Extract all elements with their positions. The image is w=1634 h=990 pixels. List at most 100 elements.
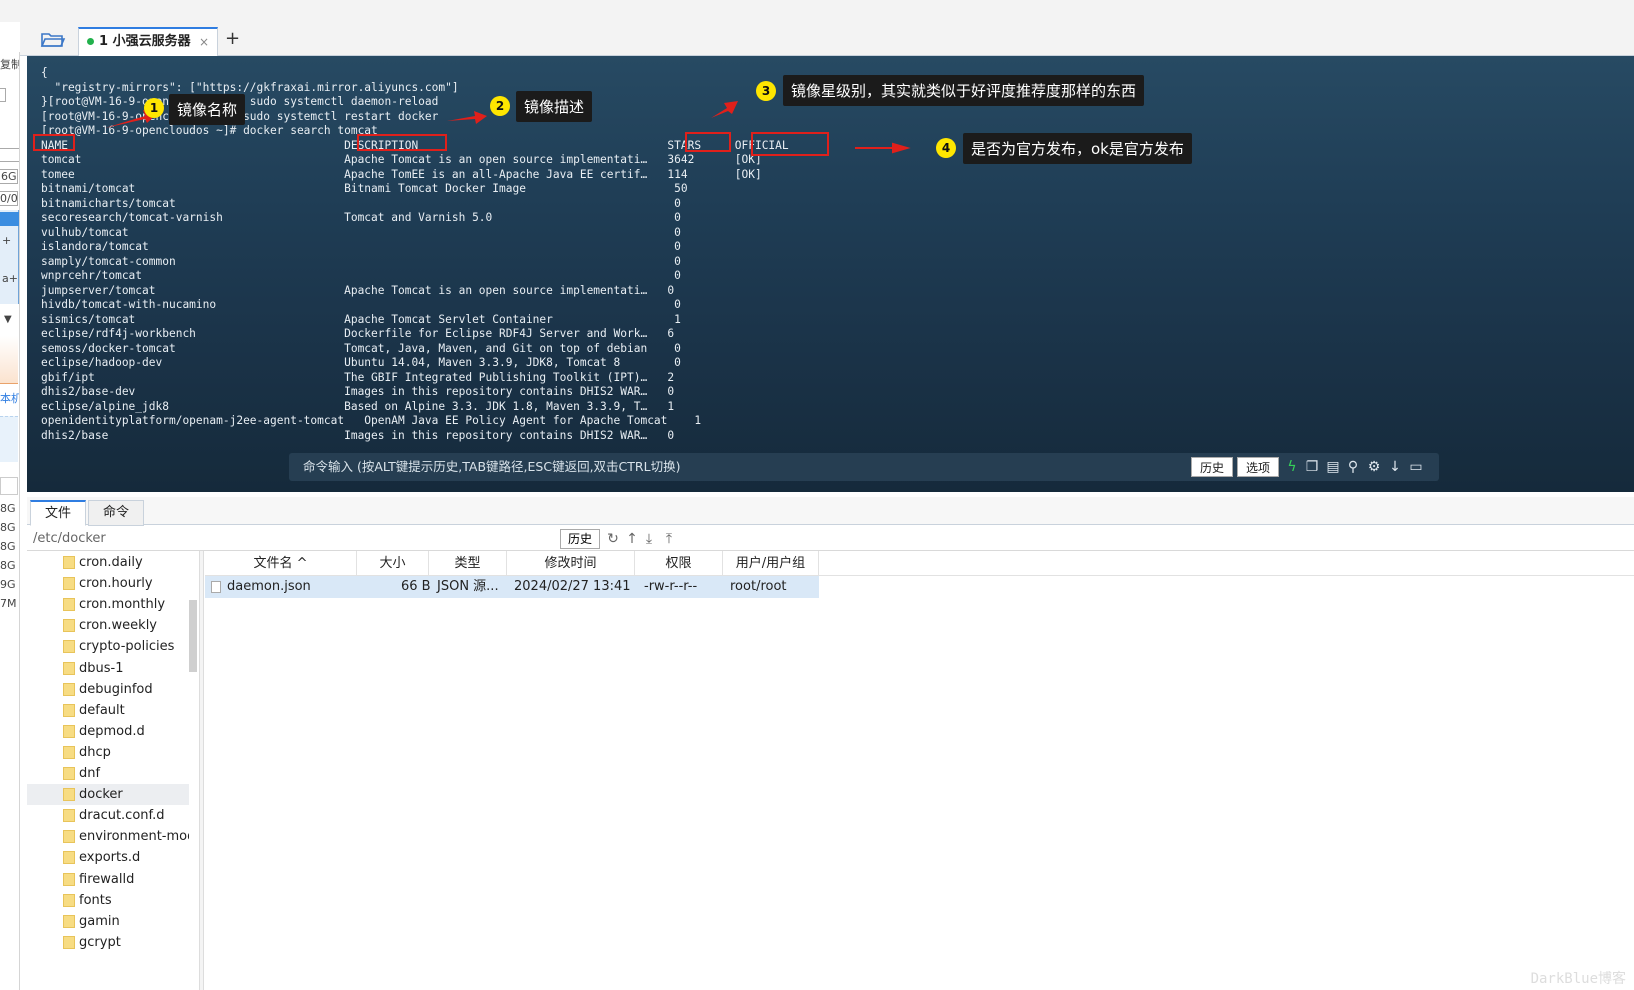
add-tab-button[interactable]: + — [225, 28, 240, 49]
lightning-icon[interactable]: ϟ — [1283, 457, 1301, 477]
copy-icon[interactable]: ❐ — [1303, 457, 1321, 477]
tree-item[interactable]: cron.hourly — [27, 573, 189, 594]
folder-icon — [63, 682, 75, 696]
open-folder-icon[interactable] — [40, 30, 66, 50]
command-input-placeholder: 命令输入 (按ALT键提示历史,TAB键路径,ESC键返回,双击CTRL切换) — [303, 459, 681, 474]
tab-commands[interactable]: 命令 — [88, 500, 144, 526]
tab-server-session[interactable]: 1 小强云服务器 × — [78, 27, 218, 56]
tree-item[interactable]: cron.weekly — [27, 615, 189, 636]
tree-item[interactable]: debuginfod — [27, 679, 189, 700]
column-header-owner[interactable]: 用户/用户组 — [723, 551, 819, 576]
path-history-button[interactable]: 历史 — [560, 529, 600, 549]
tree-item[interactable]: gcrypt — [27, 932, 189, 953]
file-owner: root/root — [730, 579, 787, 594]
tree-item[interactable]: environment-modules — [27, 826, 189, 847]
file-icon — [211, 581, 221, 593]
folder-icon — [63, 767, 75, 780]
left-strip-text: 8G — [0, 521, 16, 534]
folder-icon — [63, 872, 75, 886]
annotation-label-1: 镜像名称 — [169, 94, 246, 125]
tree-item[interactable]: dnf — [27, 763, 189, 784]
tree-item[interactable]: depmod.d — [27, 721, 189, 742]
left-strip-text: 9G — [0, 578, 16, 591]
folder-icon — [63, 556, 75, 569]
column-header-filename[interactable]: 文件名 ^ — [205, 551, 357, 576]
left-strip-text: 8G — [0, 559, 16, 572]
left-strip-text: 8G — [0, 540, 16, 553]
directory-tree: cron.daily cron.hourly cron.monthly cron.we… — [27, 551, 197, 990]
tree-item[interactable]: docker — [27, 784, 189, 806]
file-modified: 2024/02/27 13:41 — [514, 579, 631, 594]
tree-item[interactable]: dhcp — [27, 742, 189, 763]
tree-item-label: cron.monthly — [79, 597, 166, 613]
column-header-size[interactable]: 大小 — [357, 551, 429, 576]
tab-label: 1 小强云服务器 — [99, 34, 191, 49]
left-strip-text: 6G — [0, 169, 18, 184]
tree-item[interactable]: dbus-1 — [27, 658, 189, 679]
folder-icon — [63, 893, 75, 907]
arrow-down-icon[interactable]: ↓ — [1386, 457, 1404, 477]
annotation-number-1: 1 — [144, 98, 164, 118]
tree-item[interactable]: cron.monthly — [27, 594, 189, 615]
tree-item-label: depmod.d — [79, 723, 145, 739]
column-header-modified[interactable]: 修改时间 — [507, 551, 635, 576]
annotation-number-3: 3 — [756, 81, 776, 101]
tree-item[interactable]: firewalld — [27, 869, 189, 890]
refresh-icon[interactable]: ↻ — [605, 529, 621, 549]
folder-icon — [63, 914, 75, 928]
panel-splitter[interactable] — [199, 551, 204, 990]
folder-icon — [63, 809, 75, 823]
folder-icon — [63, 598, 75, 612]
options-button[interactable]: 选项 — [1237, 457, 1280, 477]
tab-files[interactable]: 文件 — [30, 500, 86, 526]
left-strip-text: 本机 — [0, 392, 20, 405]
history-button[interactable]: 历史 — [1191, 457, 1234, 477]
annotation-number-4: 4 — [936, 138, 956, 158]
left-strip-chart — [0, 336, 18, 384]
file-table-header: 文件名 ^ 大小 类型 修改时间 权限 用户/用户组 — [205, 551, 1634, 576]
file-size: 66 B — [401, 579, 431, 594]
upload-icon[interactable]: ⤒ — [661, 529, 677, 549]
up-directory-icon[interactable]: ↑ — [624, 529, 640, 549]
maximize-icon[interactable]: ▭ — [1407, 457, 1425, 477]
path-input[interactable]: /etc/docker — [33, 531, 106, 546]
tree-item[interactable]: crypto-policies — [27, 636, 189, 657]
left-strip-chart — [0, 416, 18, 462]
tree-item-label: fonts — [79, 892, 112, 908]
tree-item-label: docker — [79, 787, 123, 803]
column-header-type[interactable]: 类型 — [429, 551, 507, 576]
tree-item[interactable]: default — [27, 700, 189, 721]
left-strip-text: a+ — [2, 272, 18, 285]
gear-icon[interactable]: ⚙ — [1365, 457, 1383, 477]
tree-item[interactable]: exports.d — [27, 847, 189, 868]
collapse-arrow-icon[interactable]: ▼ — [4, 314, 12, 325]
tree-item[interactable]: cron.daily — [27, 552, 189, 573]
paste-icon[interactable]: ▤ — [1324, 457, 1342, 477]
left-strip-text: 0/0 — [0, 191, 18, 206]
annotation-number-2: 2 — [490, 96, 510, 116]
command-input[interactable]: 命令输入 (按ALT键提示历史,TAB键路径,ESC键返回,双击CTRL切换) … — [289, 453, 1439, 481]
left-strip-text: 8G — [0, 502, 16, 515]
tree-item-label: crypto-policies — [79, 639, 175, 655]
folder-icon — [63, 830, 75, 844]
download-icon[interactable]: ⤓ — [641, 529, 657, 549]
tree-item-label: cron.weekly — [79, 618, 157, 634]
watermark: DarkBlue博客 — [1530, 971, 1626, 987]
tree-item[interactable]: gamin — [27, 911, 189, 932]
tree-item[interactable]: dracut.conf.d — [27, 805, 189, 826]
column-header-permissions[interactable]: 权限 — [635, 551, 723, 576]
folder-icon — [63, 640, 75, 654]
tree-item[interactable]: fonts — [27, 890, 189, 911]
session-tab-bar: 1 小强云服务器 × + — [20, 22, 1634, 56]
tree-item-label: firewalld — [79, 871, 135, 887]
folder-icon — [63, 788, 75, 802]
left-strip-text: + — [2, 234, 12, 247]
app-window: 1 小强云服务器 × + 复制 6G 0/0 + a+ ▼ 本机 8G 8G 8… — [0, 0, 1634, 990]
close-tab-icon[interactable]: × — [199, 29, 209, 55]
annotation-label-2: 镜像描述 — [516, 91, 593, 122]
table-row[interactable]: daemon.json 66 B JSON 源... 2024/02/27 13… — [205, 576, 819, 598]
left-strip-box — [0, 148, 19, 162]
tree-scrollbar[interactable] — [189, 600, 197, 672]
search-icon[interactable]: ⚲ — [1344, 457, 1362, 477]
terminal-pane[interactable]: { "registry-mirrors": ["https://gkfraxai… — [27, 56, 1634, 492]
